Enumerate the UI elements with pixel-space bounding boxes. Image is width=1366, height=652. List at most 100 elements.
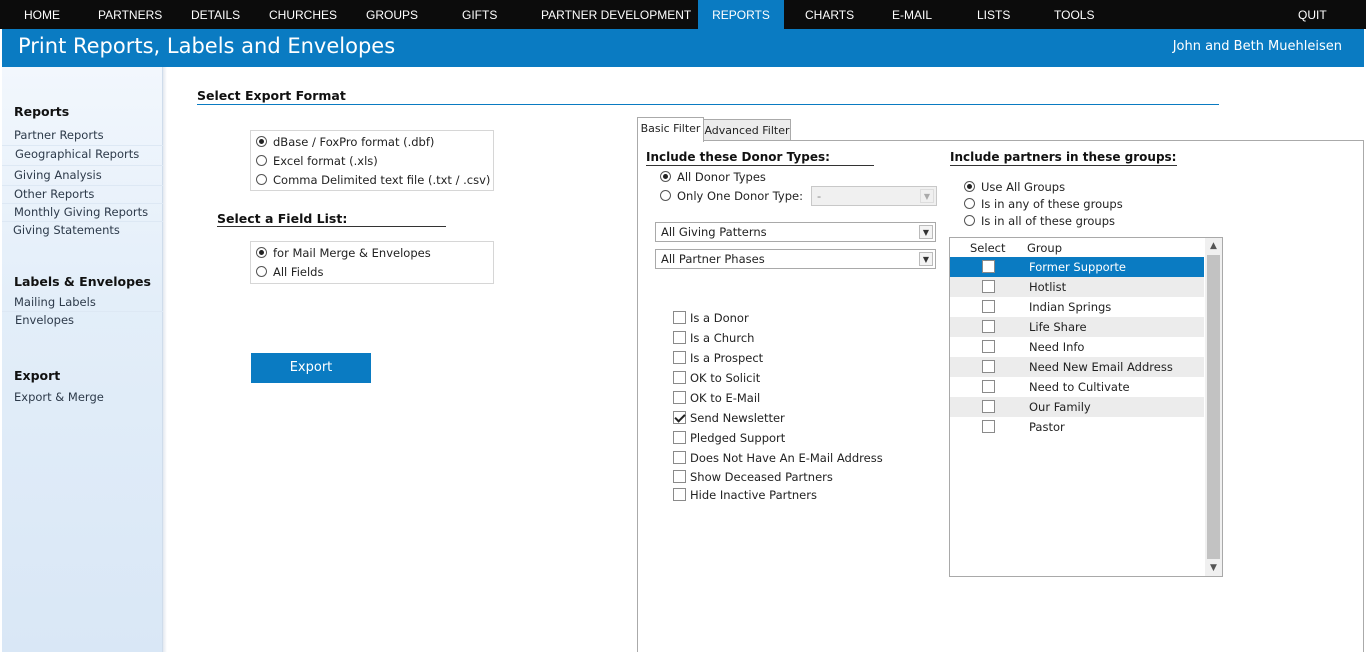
send-newsletter-checkbox[interactable]: Send Newsletter	[673, 411, 785, 425]
nav-churches[interactable]: CHURCHES	[269, 0, 337, 29]
nav-partner-development[interactable]: PARTNER DEVELOPMENT	[541, 0, 691, 29]
sidebar: Reports Partner Reports Geographical Rep…	[2, 67, 163, 652]
checkbox-icon[interactable]	[982, 320, 995, 333]
checkbox-icon[interactable]	[982, 300, 995, 313]
checkbox-label: Is a Prospect	[690, 351, 764, 365]
checkbox-icon[interactable]	[982, 380, 995, 393]
sidebar-heading-export: Export	[14, 368, 61, 383]
show-deceased-checkbox[interactable]: Show Deceased Partners	[673, 470, 833, 484]
groups-scrollbar[interactable]: ▲ ▼	[1205, 238, 1222, 576]
all-donor-types-radio[interactable]: All Donor Types	[660, 170, 766, 184]
top-nav: HOME PARTNERS DETAILS CHURCHES GROUPS GI…	[0, 0, 1366, 29]
chevron-up-icon[interactable]: ▲	[1205, 238, 1222, 254]
partner-phases-select[interactable]: All Partner Phases ▼	[655, 249, 936, 269]
export-format-dbf-radio[interactable]: dBase / FoxPro format (.dbf)	[256, 135, 434, 149]
divider	[2, 165, 163, 166]
sidebar-item-mailing-labels[interactable]: Mailing Labels	[14, 295, 96, 309]
radio-icon	[660, 190, 671, 201]
scroll-thumb[interactable]	[1207, 255, 1220, 559]
group-name: Former Supporte	[1029, 260, 1126, 274]
export-format-xls-radio[interactable]: Excel format (.xls)	[256, 154, 378, 168]
column-header-select[interactable]: Select	[970, 241, 1005, 255]
is-prospect-checkbox[interactable]: Is a Prospect	[673, 351, 763, 365]
sidebar-item-export-merge[interactable]: Export & Merge	[14, 390, 104, 404]
group-row-need-info[interactable]: Need Info	[950, 337, 1204, 357]
is-donor-checkbox[interactable]: Is a Donor	[673, 311, 749, 325]
export-format-heading: Select Export Format	[197, 88, 346, 103]
donor-types-heading: Include these Donor Types:	[646, 150, 830, 164]
all-of-groups-radio[interactable]: Is in all of these groups	[964, 214, 1115, 228]
radio-icon	[964, 198, 975, 209]
checkbox-label: OK to E-Mail	[690, 391, 761, 405]
nav-lists[interactable]: LISTS	[977, 0, 1010, 29]
sidebar-item-partner-reports[interactable]: Partner Reports	[14, 128, 104, 142]
sidebar-item-giving-analysis[interactable]: Giving Analysis	[14, 168, 102, 182]
group-row-need-new-email[interactable]: Need New Email Address	[950, 357, 1204, 377]
group-row-need-to-cultivate[interactable]: Need to Cultivate	[950, 377, 1204, 397]
radio-icon	[964, 215, 975, 226]
group-row-indian-springs[interactable]: Indian Springs	[950, 297, 1204, 317]
giving-patterns-select[interactable]: All Giving Patterns ▼	[655, 222, 936, 242]
quit-button[interactable]: QUIT	[1298, 0, 1327, 29]
sidebar-item-geographical-reports[interactable]: Geographical Reports	[15, 147, 139, 161]
sidebar-item-other-reports[interactable]: Other Reports	[14, 187, 94, 201]
sidebar-item-monthly-giving-reports[interactable]: Monthly Giving Reports	[14, 205, 148, 219]
tab-basic-filter[interactable]: Basic Filter	[637, 117, 704, 142]
checkbox-icon	[673, 351, 686, 364]
checkbox-label: Does Not Have An E-Mail Address	[690, 451, 883, 465]
hide-inactive-checkbox[interactable]: Hide Inactive Partners	[673, 488, 817, 502]
nav-tools[interactable]: TOOLS	[1054, 0, 1094, 29]
groups-list[interactable]: Select Group Former Supporte Hotlist Ind…	[949, 237, 1223, 577]
checkbox-icon[interactable]	[982, 260, 995, 273]
nav-home[interactable]: HOME	[24, 0, 60, 29]
use-all-groups-radio[interactable]: Use All Groups	[964, 180, 1065, 194]
is-church-checkbox[interactable]: Is a Church	[673, 331, 754, 345]
checkbox-icon[interactable]	[982, 400, 995, 413]
checkbox-label: Is a Church	[690, 331, 755, 345]
export-button[interactable]: Export	[251, 353, 371, 383]
any-of-groups-radio[interactable]: Is in any of these groups	[964, 197, 1123, 211]
pledged-support-checkbox[interactable]: Pledged Support	[673, 431, 785, 445]
column-header-group[interactable]: Group	[1027, 241, 1062, 255]
radio-label: All Donor Types	[677, 170, 766, 184]
field-list-mail-merge-radio[interactable]: for Mail Merge & Envelopes	[256, 246, 431, 260]
checkbox-label: OK to Solicit	[690, 371, 761, 385]
ok-to-email-checkbox[interactable]: OK to E-Mail	[673, 391, 760, 405]
radio-label: Only One Donor Type:	[677, 189, 803, 203]
nav-charts[interactable]: CHARTS	[805, 0, 854, 29]
radio-label: Is in all of these groups	[981, 214, 1115, 228]
group-row-our-family[interactable]: Our Family	[950, 397, 1204, 417]
group-row-hotlist[interactable]: Hotlist	[950, 277, 1204, 297]
radio-icon	[256, 266, 267, 277]
export-format-csv-radio[interactable]: Comma Delimited text file (.txt / .csv)	[256, 173, 490, 187]
group-name: Need to Cultivate	[1029, 380, 1130, 394]
partner-phases-value: All Partner Phases	[661, 252, 765, 266]
divider	[2, 145, 163, 146]
header-bar: Print Reports, Labels and Envelopes John…	[2, 29, 1364, 67]
nav-gifts[interactable]: GIFTS	[462, 0, 497, 29]
nav-reports[interactable]: REPORTS	[698, 0, 784, 29]
checkbox-icon[interactable]	[982, 280, 995, 293]
ok-to-solicit-checkbox[interactable]: OK to Solicit	[673, 371, 760, 385]
donor-type-select[interactable]: - ▼	[811, 186, 937, 206]
sidebar-item-envelopes[interactable]: Envelopes	[15, 313, 74, 327]
checkbox-icon[interactable]	[982, 340, 995, 353]
nav-groups[interactable]: GROUPS	[366, 0, 418, 29]
group-row-former-supporte[interactable]: Former Supporte	[950, 257, 1204, 277]
chevron-down-icon[interactable]: ▼	[1205, 560, 1222, 576]
nav-details[interactable]: DETAILS	[191, 0, 240, 29]
no-email-address-checkbox[interactable]: Does Not Have An E-Mail Address	[673, 451, 883, 465]
checkbox-icon[interactable]	[982, 360, 995, 373]
checkbox-icon[interactable]	[982, 420, 995, 433]
group-name: Indian Springs	[1029, 300, 1112, 314]
group-row-life-share[interactable]: Life Share	[950, 317, 1204, 337]
sidebar-item-giving-statements[interactable]: Giving Statements	[13, 223, 120, 237]
nav-email[interactable]: E-MAIL	[892, 0, 932, 29]
one-donor-type-radio[interactable]: Only One Donor Type:	[660, 189, 803, 203]
nav-partners[interactable]: PARTNERS	[98, 0, 162, 29]
field-list-all-fields-radio[interactable]: All Fields	[256, 265, 323, 279]
radio-icon	[256, 155, 267, 166]
group-row-pastor[interactable]: Pastor	[950, 417, 1204, 437]
radio-label: Comma Delimited text file (.txt / .csv)	[273, 173, 491, 187]
checkbox-icon	[673, 431, 686, 444]
